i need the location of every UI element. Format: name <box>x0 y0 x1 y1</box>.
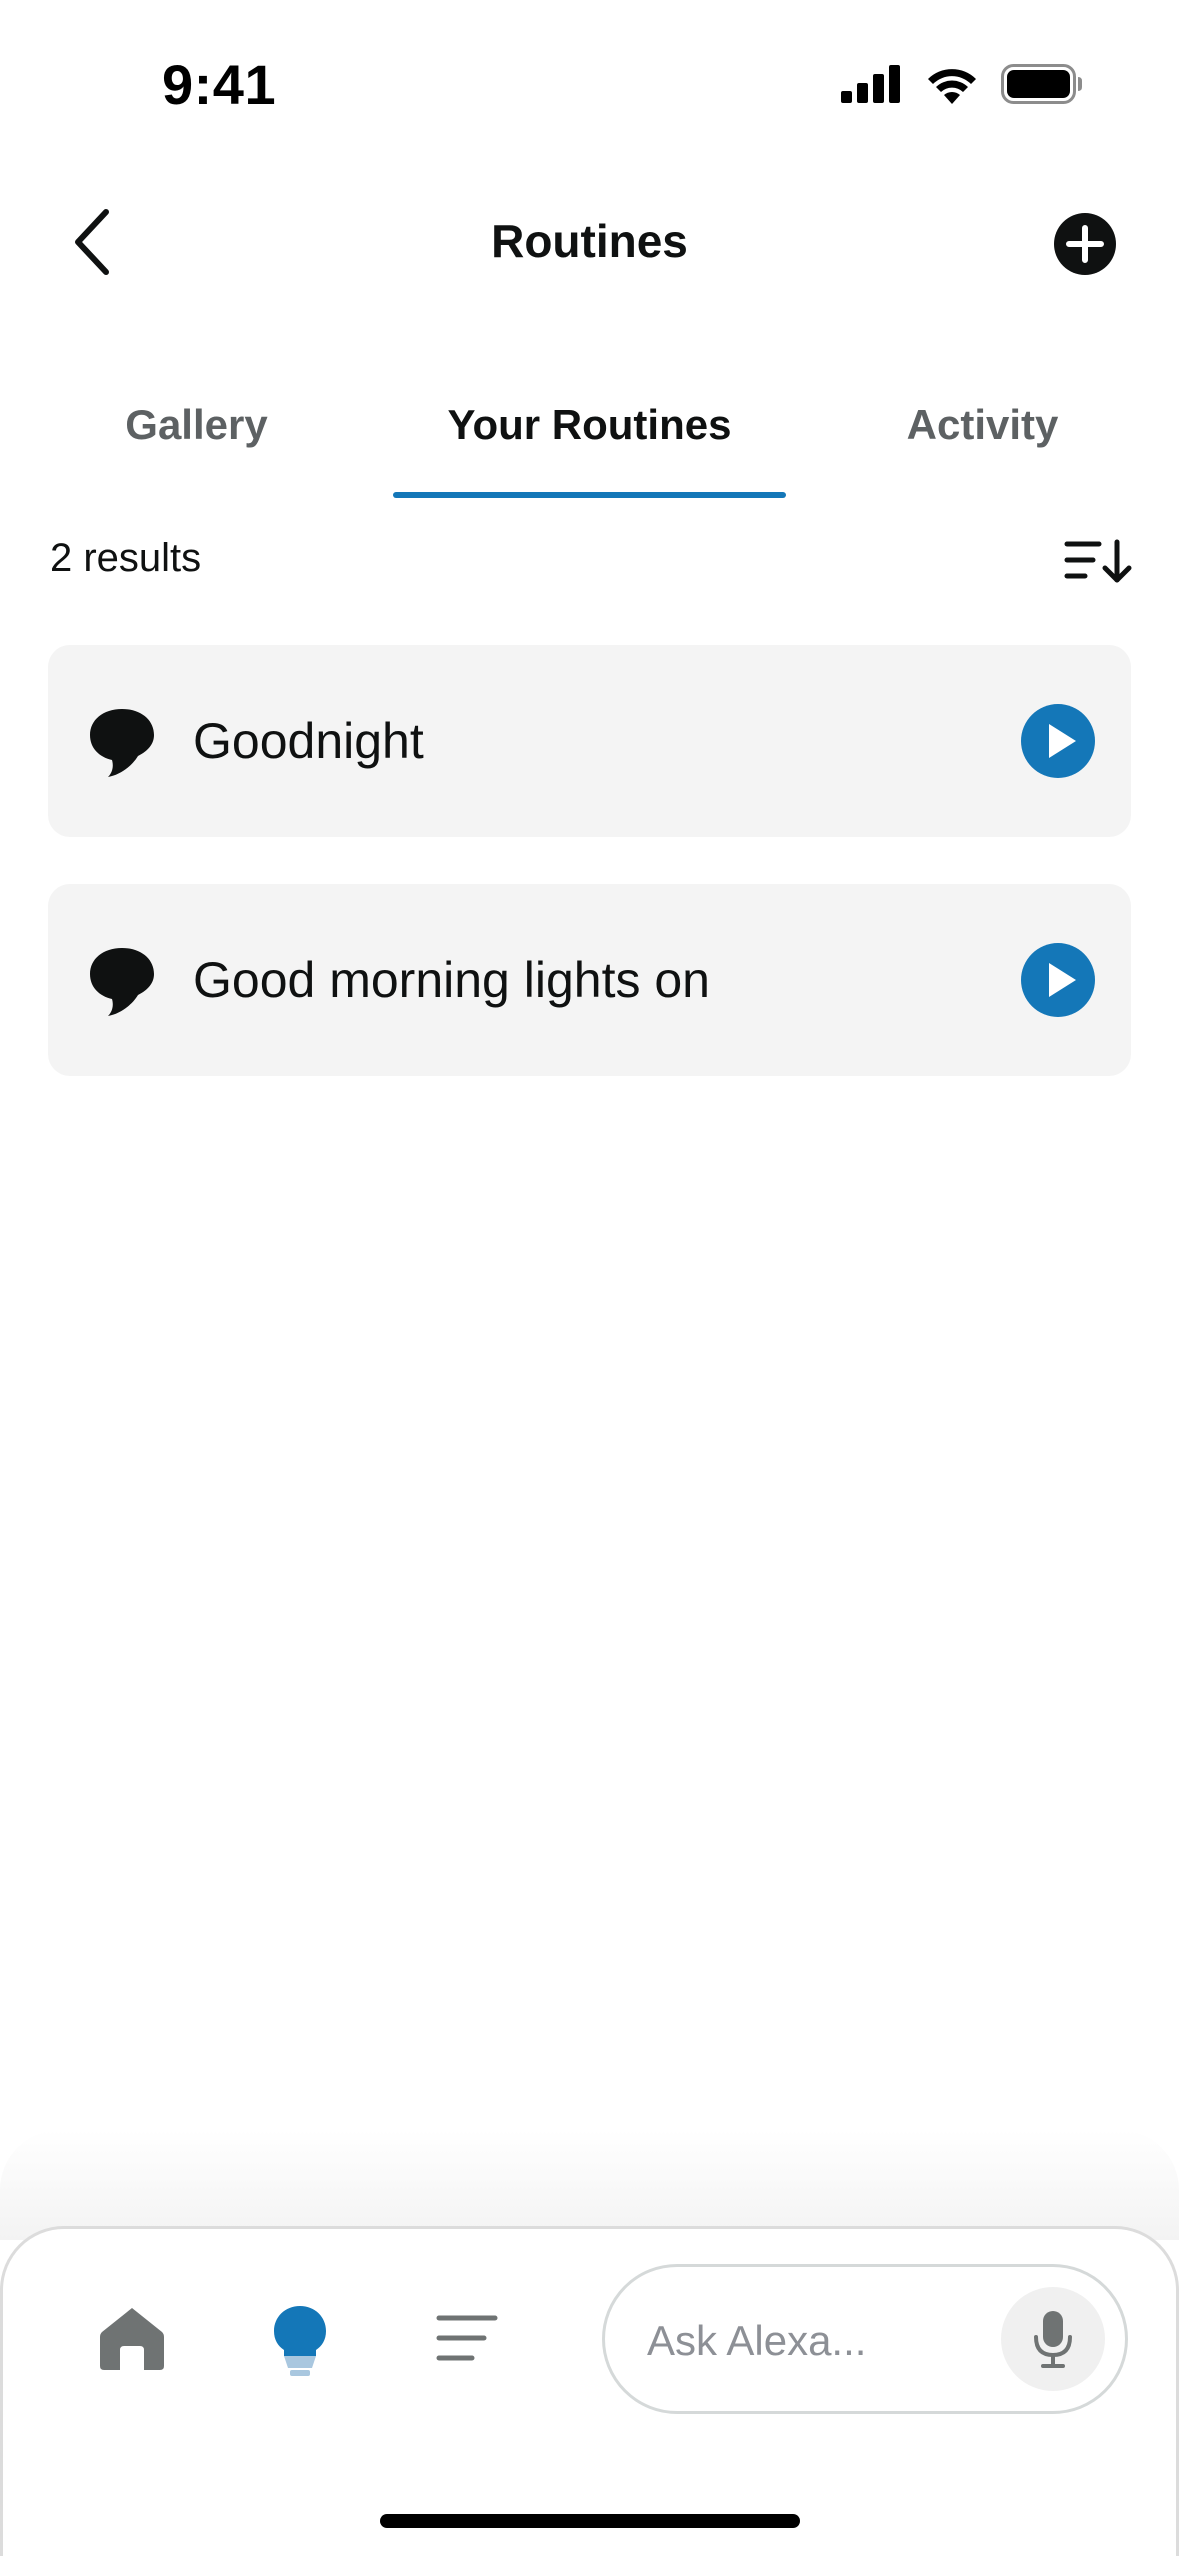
nav-home-button[interactable] <box>98 2304 166 2372</box>
wifi-icon <box>928 69 976 104</box>
routine-card-good-morning[interactable]: Good morning lights on <box>48 884 1131 1076</box>
sort-descending-icon <box>1064 539 1132 583</box>
lightbulb-icon <box>274 2306 326 2376</box>
play-routine-button[interactable] <box>1021 943 1095 1017</box>
play-routine-button[interactable] <box>1021 704 1095 778</box>
battery-icon <box>1001 64 1082 104</box>
ask-alexa-bar <box>602 2264 1128 2414</box>
speech-bubble-icon <box>90 709 154 777</box>
header: Routines <box>0 170 1179 320</box>
routine-name: Goodnight <box>193 713 424 769</box>
home-icon <box>100 2308 164 2370</box>
ask-alexa-input[interactable] <box>645 2305 989 2377</box>
tab-gallery[interactable]: Gallery <box>0 360 393 500</box>
tab-activity[interactable]: Activity <box>786 360 1179 500</box>
status-icons <box>841 64 1083 104</box>
results-count: 2 results <box>50 536 202 580</box>
bottom-fade <box>0 2130 1179 2240</box>
page-title: Routines <box>491 215 688 267</box>
tab-bar: Gallery Your Routines Activity <box>0 360 1179 500</box>
routine-card-goodnight[interactable]: Goodnight <box>48 645 1131 837</box>
microphone-icon <box>1034 2311 1072 2368</box>
status-bar: 9:41 <box>0 0 1179 170</box>
microphone-button[interactable] <box>1001 2287 1105 2391</box>
sort-button[interactable] <box>1063 532 1133 592</box>
add-routine-button[interactable] <box>1053 212 1117 276</box>
speech-bubble-icon <box>90 948 154 1016</box>
active-tab-indicator <box>393 492 786 498</box>
nav-more-button[interactable] <box>436 2314 498 2362</box>
tab-your-routines[interactable]: Your Routines <box>393 360 786 500</box>
nav-devices-button[interactable] <box>272 2304 328 2378</box>
status-time: 9:41 <box>162 53 277 116</box>
routine-name: Good morning lights on <box>193 952 710 1008</box>
signal-icon <box>841 65 900 103</box>
home-indicator <box>380 2514 800 2528</box>
menu-lines-icon <box>436 2315 498 2361</box>
